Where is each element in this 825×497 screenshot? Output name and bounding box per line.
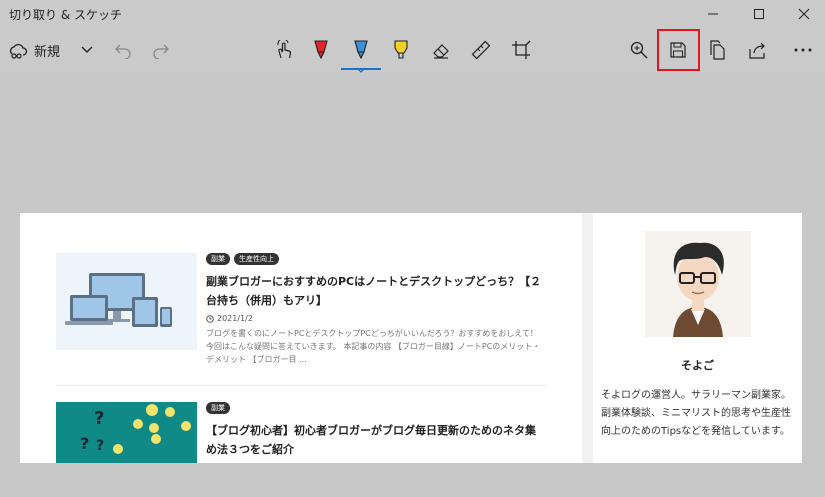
- undo-icon: [115, 44, 131, 59]
- redo-icon: [153, 44, 169, 59]
- tag-list: 副業 生産性向上: [206, 253, 546, 267]
- zoom-icon: [630, 41, 648, 59]
- ruler-button[interactable]: [468, 36, 494, 64]
- maximize-icon: [754, 9, 764, 19]
- author-avatar: [645, 231, 751, 337]
- svg-text:?: ?: [80, 434, 89, 453]
- share-button[interactable]: [745, 36, 771, 64]
- column-gutter: [582, 213, 593, 463]
- post-title[interactable]: 【ブログ初心者】初心者ブロガーがブログ毎日更新のためのネタ集め法３つをご紹介: [206, 421, 546, 459]
- minimize-button[interactable]: [690, 0, 736, 28]
- sidebar-profile: そよご そよログの運営人。サラリーマン副業家。副業体験談、ミニマリスト的思考や生…: [593, 213, 802, 463]
- more-button[interactable]: [788, 36, 818, 64]
- category-tag[interactable]: 副業: [206, 253, 230, 265]
- ideas-thumbnail-image: ? ? ?: [56, 402, 197, 463]
- post-title[interactable]: 副業ブロガーにおすすめのPCはノートとデスクトップどっち？【２台持ち（併用）もア…: [206, 272, 546, 310]
- new-options-dropdown[interactable]: [76, 36, 98, 64]
- post-divider: [56, 385, 546, 386]
- close-icon: [798, 8, 810, 20]
- post-body: 副業 生産性向上 副業ブロガーにおすすめのPCはノートとデスクトップどっち？【２…: [206, 253, 546, 366]
- author-bio: そよログの運営人。サラリーマン副業家。副業体験談、ミニマリスト的思考や生産性向上…: [601, 390, 791, 437]
- new-snip-button[interactable]: 新規: [8, 36, 68, 64]
- new-snip-icon: [9, 43, 28, 59]
- post-body: 副業 【ブログ初心者】初心者ブロガーがブログ毎日更新のためのネタ集め法３つをご紹…: [206, 402, 546, 459]
- close-button[interactable]: [781, 0, 825, 28]
- ballpoint-pen-button[interactable]: [308, 36, 334, 64]
- eraser-button[interactable]: [428, 36, 454, 64]
- category-tag[interactable]: 生産性向上: [234, 253, 279, 265]
- highlighter-button[interactable]: [388, 36, 414, 64]
- post-excerpt: ブログを書くのにノートPCとデスクトップPCどっちがいいんだろう？おすすめをおし…: [206, 329, 541, 364]
- zoom-button[interactable]: [626, 36, 652, 64]
- ballpoint-pen-icon: [314, 40, 328, 60]
- pencil-icon: [354, 40, 368, 60]
- article-list: 副業 生産性向上 副業ブロガーにおすすめのPCはノートとデスクトップどっち？【２…: [20, 213, 582, 463]
- svg-text:?: ?: [96, 438, 104, 454]
- chevron-down-icon: [81, 46, 93, 53]
- title-bar: 切り取り & スケッチ: [0, 0, 825, 28]
- captured-image: 副業 生産性向上 副業ブロガーにおすすめのPCはノートとデスクトップどっち？【２…: [20, 213, 802, 463]
- touch-writing-icon: [277, 40, 292, 59]
- copy-icon: [710, 40, 725, 60]
- touch-writing-button[interactable]: [270, 36, 298, 64]
- post-date-text: 2021/1/2: [217, 314, 253, 323]
- clock-icon: [206, 314, 214, 323]
- maximize-button[interactable]: [736, 0, 782, 28]
- redo-button[interactable]: [148, 36, 174, 64]
- eraser-icon: [433, 44, 449, 59]
- new-label: 新規: [34, 44, 61, 60]
- post-date: 2021/1/2: [206, 314, 546, 323]
- ruler-icon: [471, 40, 491, 60]
- active-tool-indicator: [341, 68, 381, 70]
- more-icon: [794, 48, 812, 52]
- minimize-icon: [708, 13, 718, 15]
- author-name: そよご: [681, 359, 714, 372]
- app-title: 切り取り & スケッチ: [9, 8, 122, 22]
- highlighter-icon: [394, 40, 408, 59]
- save-highlight-box: [657, 29, 700, 71]
- tag-list: 副業: [206, 402, 546, 416]
- svg-text:?: ?: [94, 408, 104, 429]
- crop-icon: [512, 40, 531, 59]
- undo-button[interactable]: [110, 36, 136, 64]
- devices-thumbnail-image: [56, 253, 197, 350]
- toolbar: 新規: [0, 28, 825, 73]
- crop-button[interactable]: [508, 36, 534, 64]
- category-tag[interactable]: 副業: [206, 402, 230, 414]
- share-icon: [749, 42, 765, 59]
- copy-button[interactable]: [705, 36, 731, 64]
